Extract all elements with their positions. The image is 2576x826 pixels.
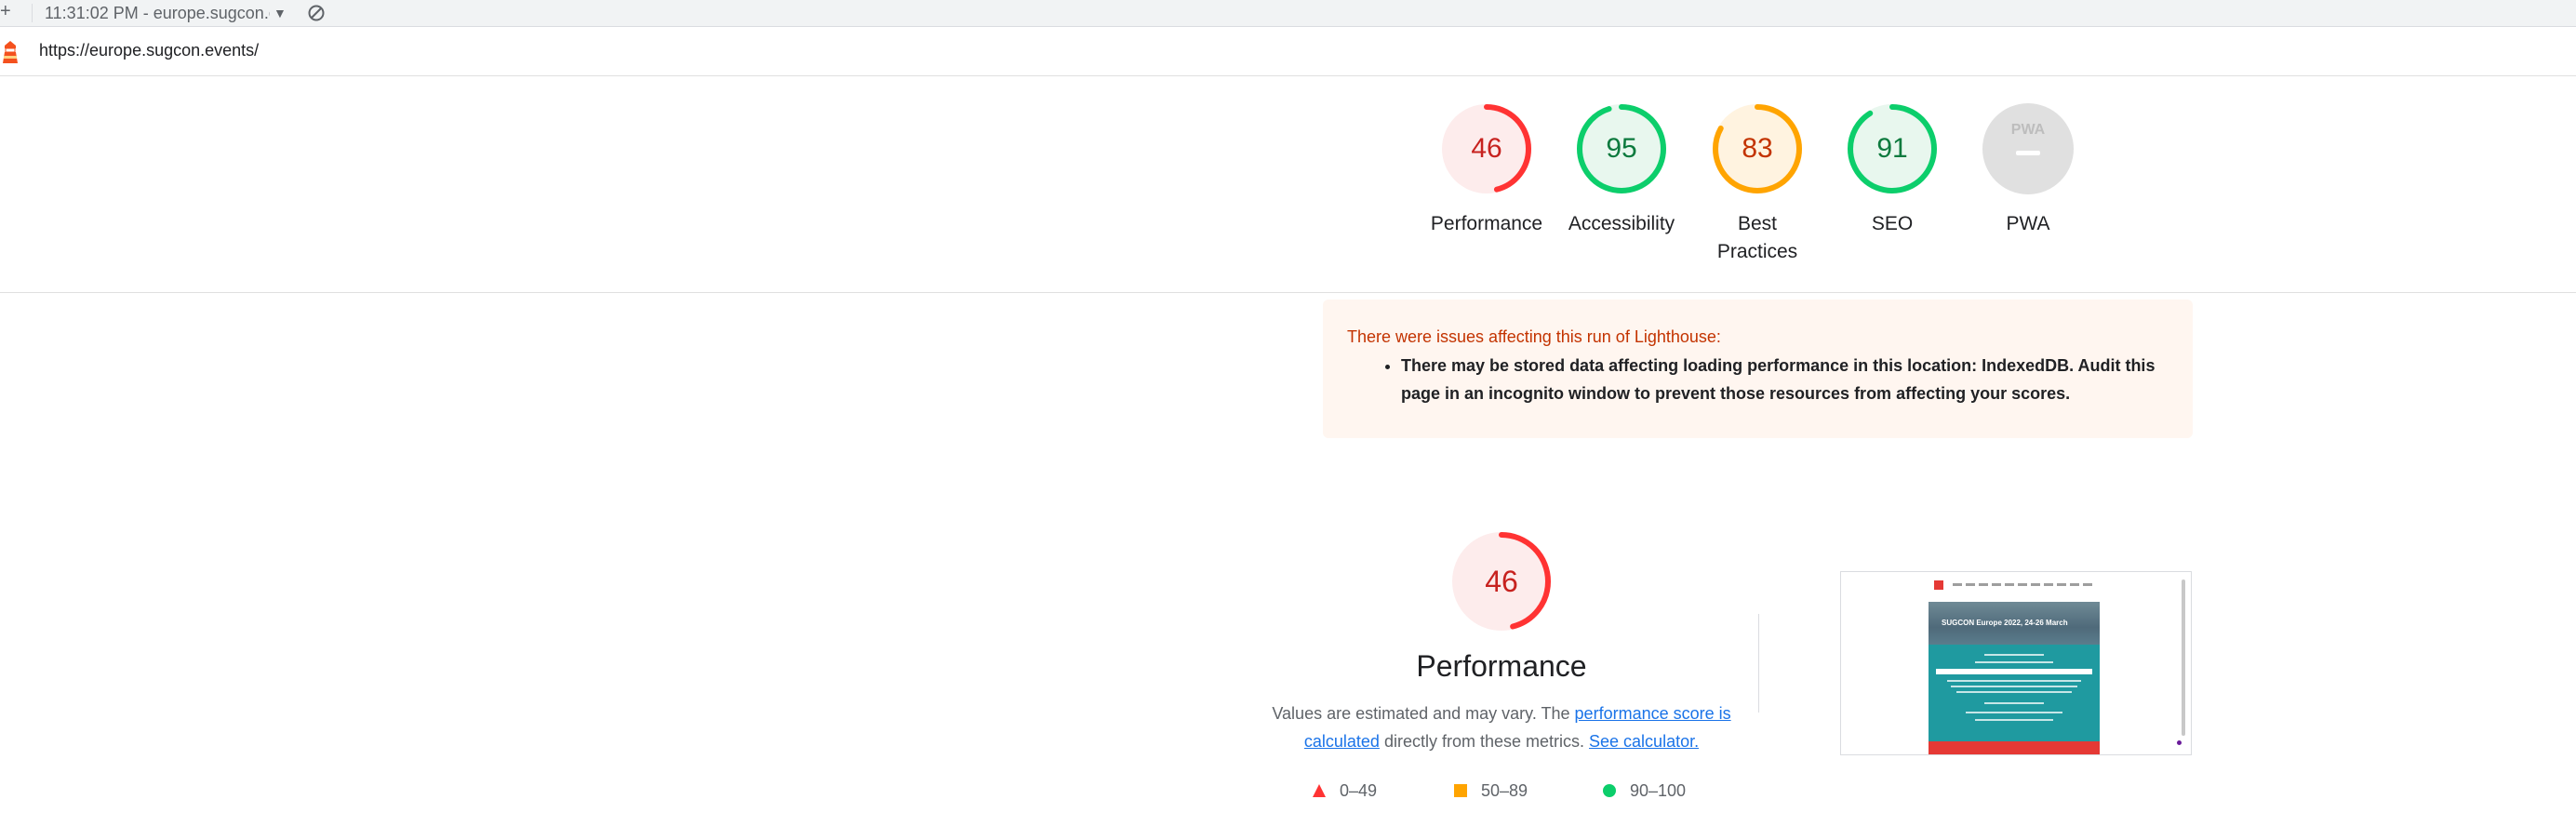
site-logo <box>1934 580 1943 590</box>
thumbnail-marker <box>2177 740 2182 745</box>
performance-description: Values are estimated and may vary. The p… <box>1265 699 1738 755</box>
section-divider <box>1758 614 1759 713</box>
pwa-badge-text: PWA <box>2011 122 2046 138</box>
gauge-pwa[interactable]: PWA PWA <box>1958 102 2098 238</box>
performance-score: 46 <box>1485 565 1518 598</box>
triangle-icon <box>1313 784 1326 797</box>
site-nav <box>1953 583 2094 586</box>
warning-title: There were issues affecting this run of … <box>1347 327 1721 346</box>
gauge-label: PWA <box>2006 213 2050 234</box>
score-gauge: 95 <box>1575 102 1668 195</box>
chevron-down-icon: ▼ <box>274 6 287 20</box>
gauge-best-practices[interactable]: 83 Best Practices <box>1688 102 1827 266</box>
report-toolbar: + 11:31:02 PM - europe.sugcon.events ▼ <box>0 0 2576 27</box>
page-screenshot-thumbnail[interactable]: SUGCON Europe 2022, 24-26 March <box>1840 571 2192 755</box>
hero-title: SUGCON Europe 2022, 24-26 March <box>1942 619 2068 627</box>
warning-item: There may be stored data affecting loadi… <box>1401 352 2173 407</box>
lighthouse-icon <box>3 41 18 63</box>
score-value: 95 <box>1606 133 1637 164</box>
score-value: 91 <box>1876 133 1908 164</box>
warning-box: There were issues affecting this run of … <box>1323 300 2193 438</box>
thumbnail-scrollbar[interactable] <box>2182 580 2185 736</box>
legend-range: 0–49 <box>1340 781 1378 800</box>
square-icon <box>1454 784 1467 797</box>
audited-url: https://europe.sugcon.events/ <box>39 41 260 60</box>
gauge-accessibility[interactable]: 95 Accessibility <box>1552 102 1691 238</box>
desc-middle: directly from these metrics. <box>1379 732 1590 751</box>
report-select[interactable]: 11:31:02 PM - europe.sugcon.events ▼ <box>45 3 287 23</box>
score-value: 83 <box>1742 133 1773 164</box>
thumbnail-page: SUGCON Europe 2022, 24-26 March <box>1929 578 2100 754</box>
legend-range: 50–89 <box>1481 781 1528 800</box>
report-select-label: 11:31:02 PM - europe.sugcon.events <box>45 4 270 22</box>
gauge-label: SEO <box>1871 213 1914 234</box>
score-gauge: 83 <box>1711 102 1804 195</box>
toolbar-divider <box>32 4 33 22</box>
score-gauge: 91 <box>1846 102 1939 195</box>
site-content <box>1929 645 2100 741</box>
warning-list: There may be stored data affecting loadi… <box>1381 352 2173 407</box>
score-value: 46 <box>1471 133 1502 164</box>
site-footer-bar <box>1929 741 2100 754</box>
gauge-seo[interactable]: 91 SEO <box>1822 102 1962 238</box>
gauge-label: Performance <box>1430 213 1543 234</box>
url-bar: https://europe.sugcon.events/ <box>0 27 2576 76</box>
performance-gauge: 46 <box>1450 530 1553 633</box>
pwa-badge-icon: PWA <box>1982 103 2074 194</box>
add-icon[interactable]: + <box>0 2 11 20</box>
performance-title: Performance <box>1416 649 1587 683</box>
score-gauge: 46 <box>1440 102 1533 195</box>
gauge-performance[interactable]: 46 Performance <box>1417 102 1556 238</box>
gauge-label: Accessibility <box>1568 213 1675 234</box>
block-icon[interactable] <box>307 4 326 22</box>
legend-range: 90–100 <box>1630 781 1687 800</box>
score-gauge: PWA <box>1982 102 2075 195</box>
see-calculator-link[interactable]: See calculator. <box>1589 732 1699 751</box>
site-hero: SUGCON Europe 2022, 24-26 March <box>1929 602 2100 645</box>
circle-icon <box>1603 784 1616 797</box>
gauge-label: Best Practices <box>1716 213 1798 262</box>
desc-prefix: Values are estimated and may vary. The <box>1272 704 1575 723</box>
header-divider <box>0 292 2576 293</box>
